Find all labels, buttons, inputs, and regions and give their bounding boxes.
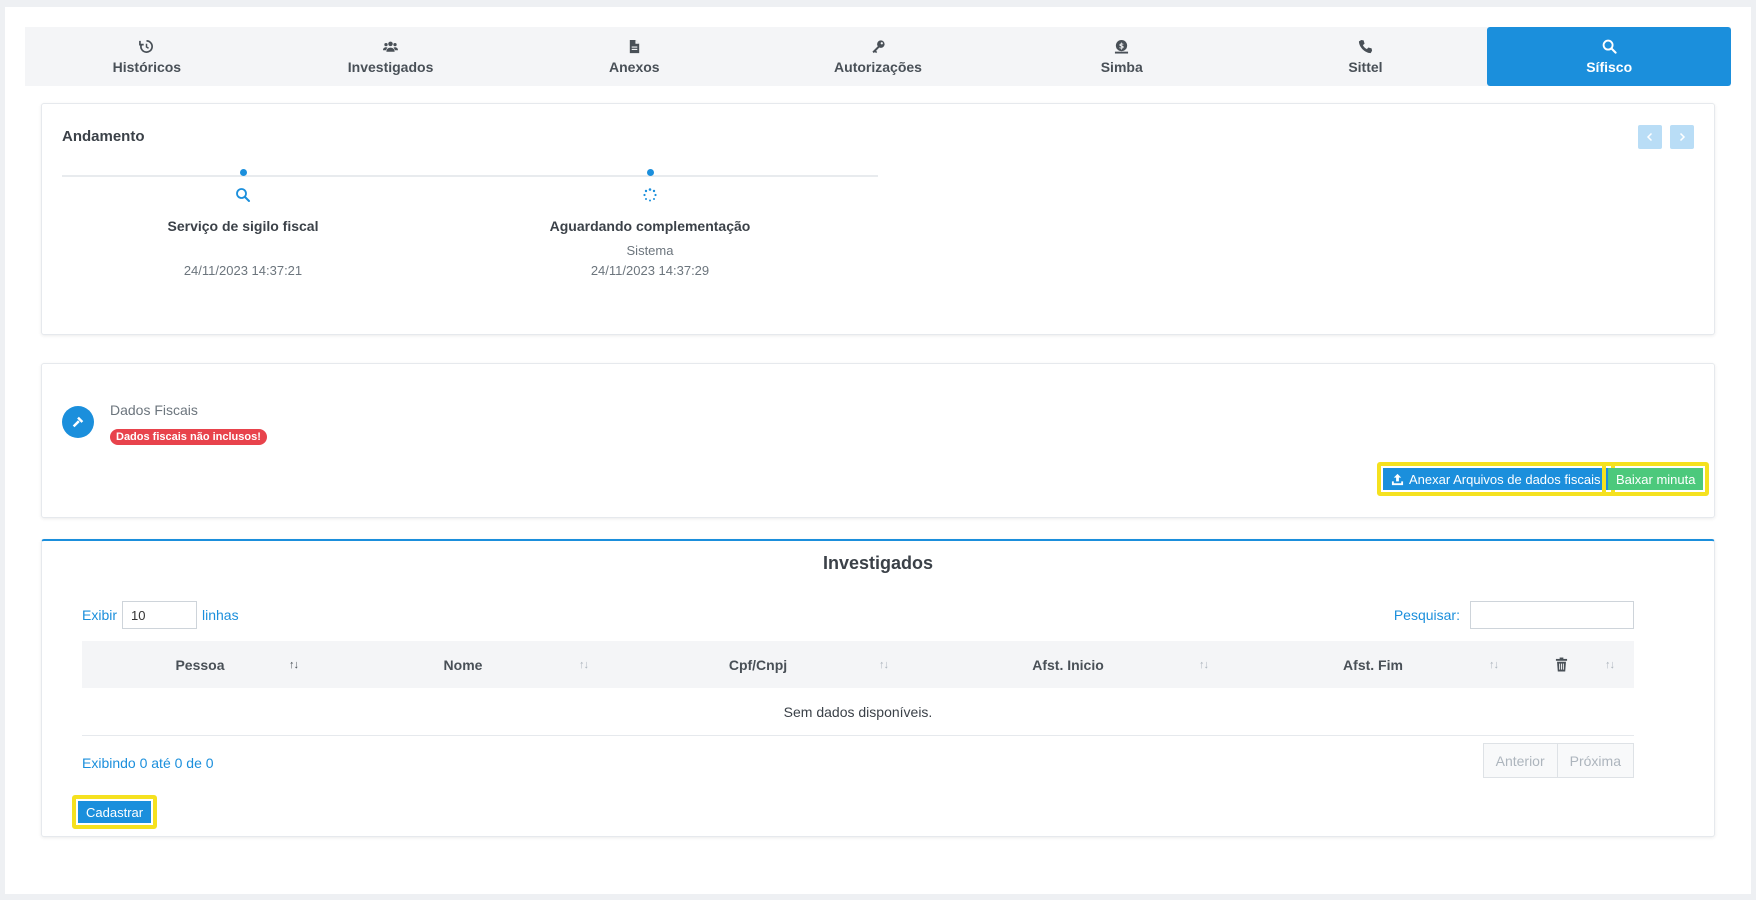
step-title: Serviço de sigilo fiscal <box>167 218 319 234</box>
tab-label: Sittel <box>1348 58 1383 75</box>
page-length-input[interactable] <box>122 601 198 629</box>
show-label: Exibir <box>82 607 118 623</box>
step-title: Aguardando complementação <box>549 218 751 234</box>
tab-label: Anexos <box>609 58 660 75</box>
pagination: Anterior Próxima <box>1482 743 1634 778</box>
empty-table-row: Sem dados disponíveis. <box>82 688 1634 736</box>
timeline-step: Serviço de sigilo fiscal 24/11/2023 14:3… <box>93 169 393 278</box>
sort-icon: ↑↓ <box>579 658 589 671</box>
sort-icon: ↑↓ <box>1489 658 1499 671</box>
download-highlight: Baixar minuta <box>1602 462 1710 496</box>
register-highlight: Cadastrar <box>72 795 158 829</box>
attach-button-label: Anexar Arquivos de dados fiscais <box>1409 471 1601 487</box>
tab-autorizacoes[interactable]: Autorizações <box>756 27 1000 86</box>
andamento-card: Andamento Serviço de sigilo fiscal 24/11… <box>41 103 1715 335</box>
phone-icon <box>1358 39 1373 53</box>
tab-label: Simba <box>1100 58 1143 75</box>
column-header-afst-fim[interactable]: Afst. Fim ↑↓ <box>1228 641 1518 688</box>
tab-label: Sífisco <box>1586 58 1633 75</box>
svg-text:$: $ <box>1119 41 1124 50</box>
column-header-pessoa[interactable]: Pessoa ↑↓ <box>82 641 318 688</box>
tab-historicos[interactable]: Históricos <box>25 27 269 86</box>
gavel-icon <box>62 406 94 438</box>
rows-label: linhas <box>202 607 239 623</box>
pagination-next-button[interactable]: Próxima <box>1557 743 1634 778</box>
dados-fiscais-label: Dados Fiscais <box>110 402 198 418</box>
search-control: Pesquisar: <box>1394 601 1634 629</box>
key-icon <box>871 39 885 53</box>
timeline-nav <box>1638 125 1694 149</box>
tab-bar: Históricos Investigados Anexos Autorizaç… <box>25 27 1732 86</box>
tab-label: Investigados <box>347 58 434 75</box>
investigados-card: Investigados Exibir linhas Pesquisar: Pe… <box>41 539 1715 837</box>
page: Históricos Investigados Anexos Autorizaç… <box>5 7 1751 894</box>
status-badge: Dados fiscais não inclusos! <box>110 429 267 445</box>
upload-icon <box>1391 473 1404 485</box>
download-draft-button[interactable]: Baixar minuta <box>1608 468 1704 490</box>
register-button[interactable]: Cadastrar <box>78 801 152 823</box>
sort-icon: ↑↓ <box>1199 658 1209 671</box>
step-date: 24/11/2023 14:37:29 <box>590 263 710 278</box>
chevron-right-icon <box>1679 132 1686 142</box>
column-header-afst-inicio[interactable]: Afst. Inicio ↑↓ <box>908 641 1228 688</box>
bank-icon: $ <box>1115 39 1129 54</box>
search-icon <box>236 188 250 202</box>
trash-icon <box>1555 657 1567 672</box>
next-button[interactable] <box>1670 125 1694 149</box>
pagination-prev-button[interactable]: Anterior <box>1482 743 1558 778</box>
history-icon <box>139 39 154 53</box>
tab-sittel[interactable]: Sittel <box>1244 27 1488 86</box>
step-sub <box>93 243 393 258</box>
page-length-control: Exibir linhas <box>82 601 239 629</box>
spinner-icon <box>643 188 657 202</box>
chevron-left-icon <box>1646 132 1653 142</box>
sort-icon: ↑↓ <box>1605 658 1615 671</box>
tab-anexos[interactable]: Anexos <box>512 27 756 86</box>
search-icon <box>1602 39 1617 54</box>
column-header-cpf[interactable]: Cpf/Cnpj ↑↓ <box>608 641 908 688</box>
table-info: Exibindo 0 até 0 de 0 <box>82 755 214 771</box>
prev-button[interactable] <box>1638 125 1662 149</box>
step-sub: Sistema <box>626 243 674 258</box>
step-date: 24/11/2023 14:37:21 <box>183 263 303 278</box>
dados-fiscais-card: Dados Fiscais Dados fiscais não inclusos… <box>41 363 1715 518</box>
attach-highlight: Anexar Arquivos de dados fiscais <box>1377 462 1615 496</box>
column-header-delete[interactable]: ↑↓ <box>1518 641 1634 688</box>
timeline-dot <box>646 169 654 176</box>
tab-label: Históricos <box>112 58 182 75</box>
investigados-title: Investigados <box>822 553 934 573</box>
tab-investigados[interactable]: Investigados <box>269 27 513 86</box>
users-icon <box>383 41 399 52</box>
sort-icon: ↑↓ <box>879 658 889 671</box>
file-icon <box>629 39 639 53</box>
table-header: Pessoa ↑↓ Nome ↑↓ Cpf/Cnpj ↑↓ Afst. Inicio ↑… <box>82 641 1634 688</box>
tab-sifisco[interactable]: Sífisco <box>1487 27 1732 86</box>
search-label: Pesquisar: <box>1393 607 1460 623</box>
andamento-title: Andamento <box>62 128 145 145</box>
timeline-dot <box>239 169 247 176</box>
tab-label: Autorizações <box>834 58 922 75</box>
timeline-step: Aguardando complementação Sistema 24/11/… <box>500 169 800 278</box>
search-input[interactable] <box>1470 601 1634 629</box>
sort-icon: ↑↓ <box>289 658 299 671</box>
tab-simba[interactable]: $ Simba <box>1000 27 1244 86</box>
attach-fiscal-files-button[interactable]: Anexar Arquivos de dados fiscais <box>1383 468 1609 490</box>
column-header-nome[interactable]: Nome ↑↓ <box>318 641 608 688</box>
